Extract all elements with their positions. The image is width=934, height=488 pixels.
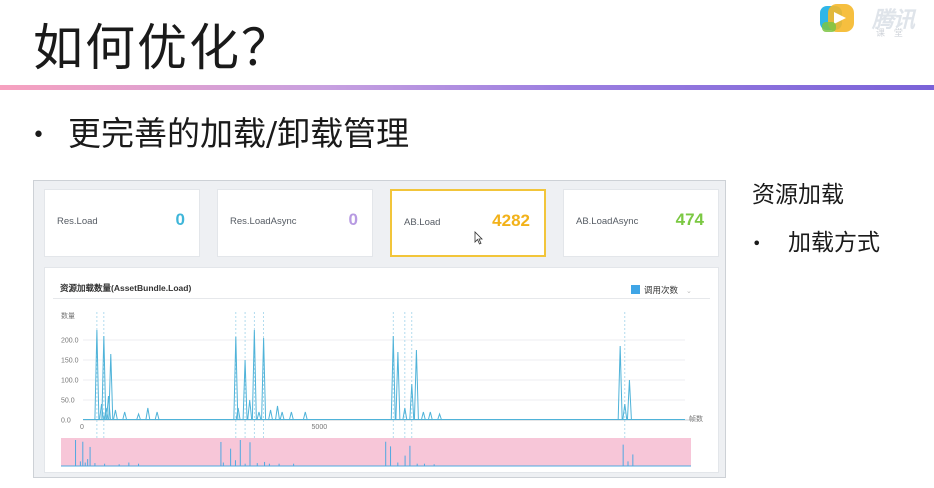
stat-card-value: 0 xyxy=(175,210,185,229)
range-selector xyxy=(61,438,691,466)
main-bullet: • 更完善的加载/卸载管理 xyxy=(32,112,409,158)
data-point xyxy=(247,399,253,421)
x-tick-label: 5000 xyxy=(312,424,328,431)
data-point xyxy=(390,335,396,421)
data-point xyxy=(242,359,248,421)
stat-card-ab-loadasync[interactable]: AB.LoadAsync 474 xyxy=(563,189,719,257)
data-point xyxy=(395,351,401,421)
stat-card-label: Res.Load xyxy=(57,216,98,227)
y-tick-label: 100.0 xyxy=(61,378,79,385)
data-point xyxy=(122,411,128,421)
bullet-marker: • xyxy=(752,234,762,253)
bullet-marker: • xyxy=(32,123,45,148)
data-point xyxy=(145,407,151,421)
data-point xyxy=(279,411,285,421)
data-point xyxy=(94,329,100,421)
data-point xyxy=(256,411,262,421)
stat-card-value: 4282 xyxy=(492,211,530,230)
data-point xyxy=(108,353,114,421)
data-point xyxy=(420,411,426,421)
stat-card-res-loadasync[interactable]: Res.LoadAsync 0 xyxy=(217,189,373,257)
data-point xyxy=(268,409,274,421)
load-count-chart: 200.0 150.0 100.0 50.0 0.0 数量 0 5000 帧数 xyxy=(61,311,703,467)
x-axis-label: 帧数 xyxy=(689,414,703,423)
y-axis-label: 数量 xyxy=(61,311,75,320)
data-point xyxy=(154,411,160,421)
data-point xyxy=(617,345,623,421)
data-point xyxy=(112,409,118,421)
y-tick-label: 50.0 xyxy=(61,398,75,405)
side-heading: 资源加载 xyxy=(752,182,844,208)
data-point xyxy=(101,335,107,421)
data-point xyxy=(288,411,294,421)
data-point xyxy=(261,337,267,421)
x-tick-label: 0 xyxy=(80,424,84,431)
logo-subtext: 课 堂 xyxy=(876,29,906,39)
stat-card-res-load[interactable]: Res.Load 0 xyxy=(44,189,200,257)
data-point xyxy=(274,405,280,421)
data-point xyxy=(302,411,308,421)
stat-card-value: 474 xyxy=(675,210,704,229)
main-bullet-text: 更完善的加载/卸载管理 xyxy=(68,114,410,153)
data-point xyxy=(251,329,257,421)
side-bullet: • 加载方式 xyxy=(752,228,880,259)
stat-card-label: AB.Load xyxy=(404,217,441,228)
slide-title: 如何优化？ xyxy=(33,19,293,77)
stat-card-ab-load[interactable]: AB.Load 4282 xyxy=(390,189,546,257)
stat-card-label: Res.LoadAsync xyxy=(230,216,297,227)
data-point xyxy=(427,411,433,421)
text-cursor-icon xyxy=(474,231,483,245)
title-divider xyxy=(0,85,934,90)
data-point xyxy=(233,336,239,421)
y-tick-label: 200.0 xyxy=(61,338,79,345)
y-tick-label: 150.0 xyxy=(61,358,79,365)
dashboard-screenshot: Res.Load 0 Res.LoadAsync 0 AB.Load 4282 … xyxy=(33,180,726,478)
side-bullet-text: 加载方式 xyxy=(788,230,880,256)
stat-card-label: AB.LoadAsync xyxy=(576,216,639,227)
chart-panel: 资源加载数量(AssetBundle.Load) 调用次数 ⌄ 200.0 150.… xyxy=(44,267,719,473)
stat-card-value: 0 xyxy=(348,210,358,229)
y-tick-label: 0.0 xyxy=(61,418,71,425)
